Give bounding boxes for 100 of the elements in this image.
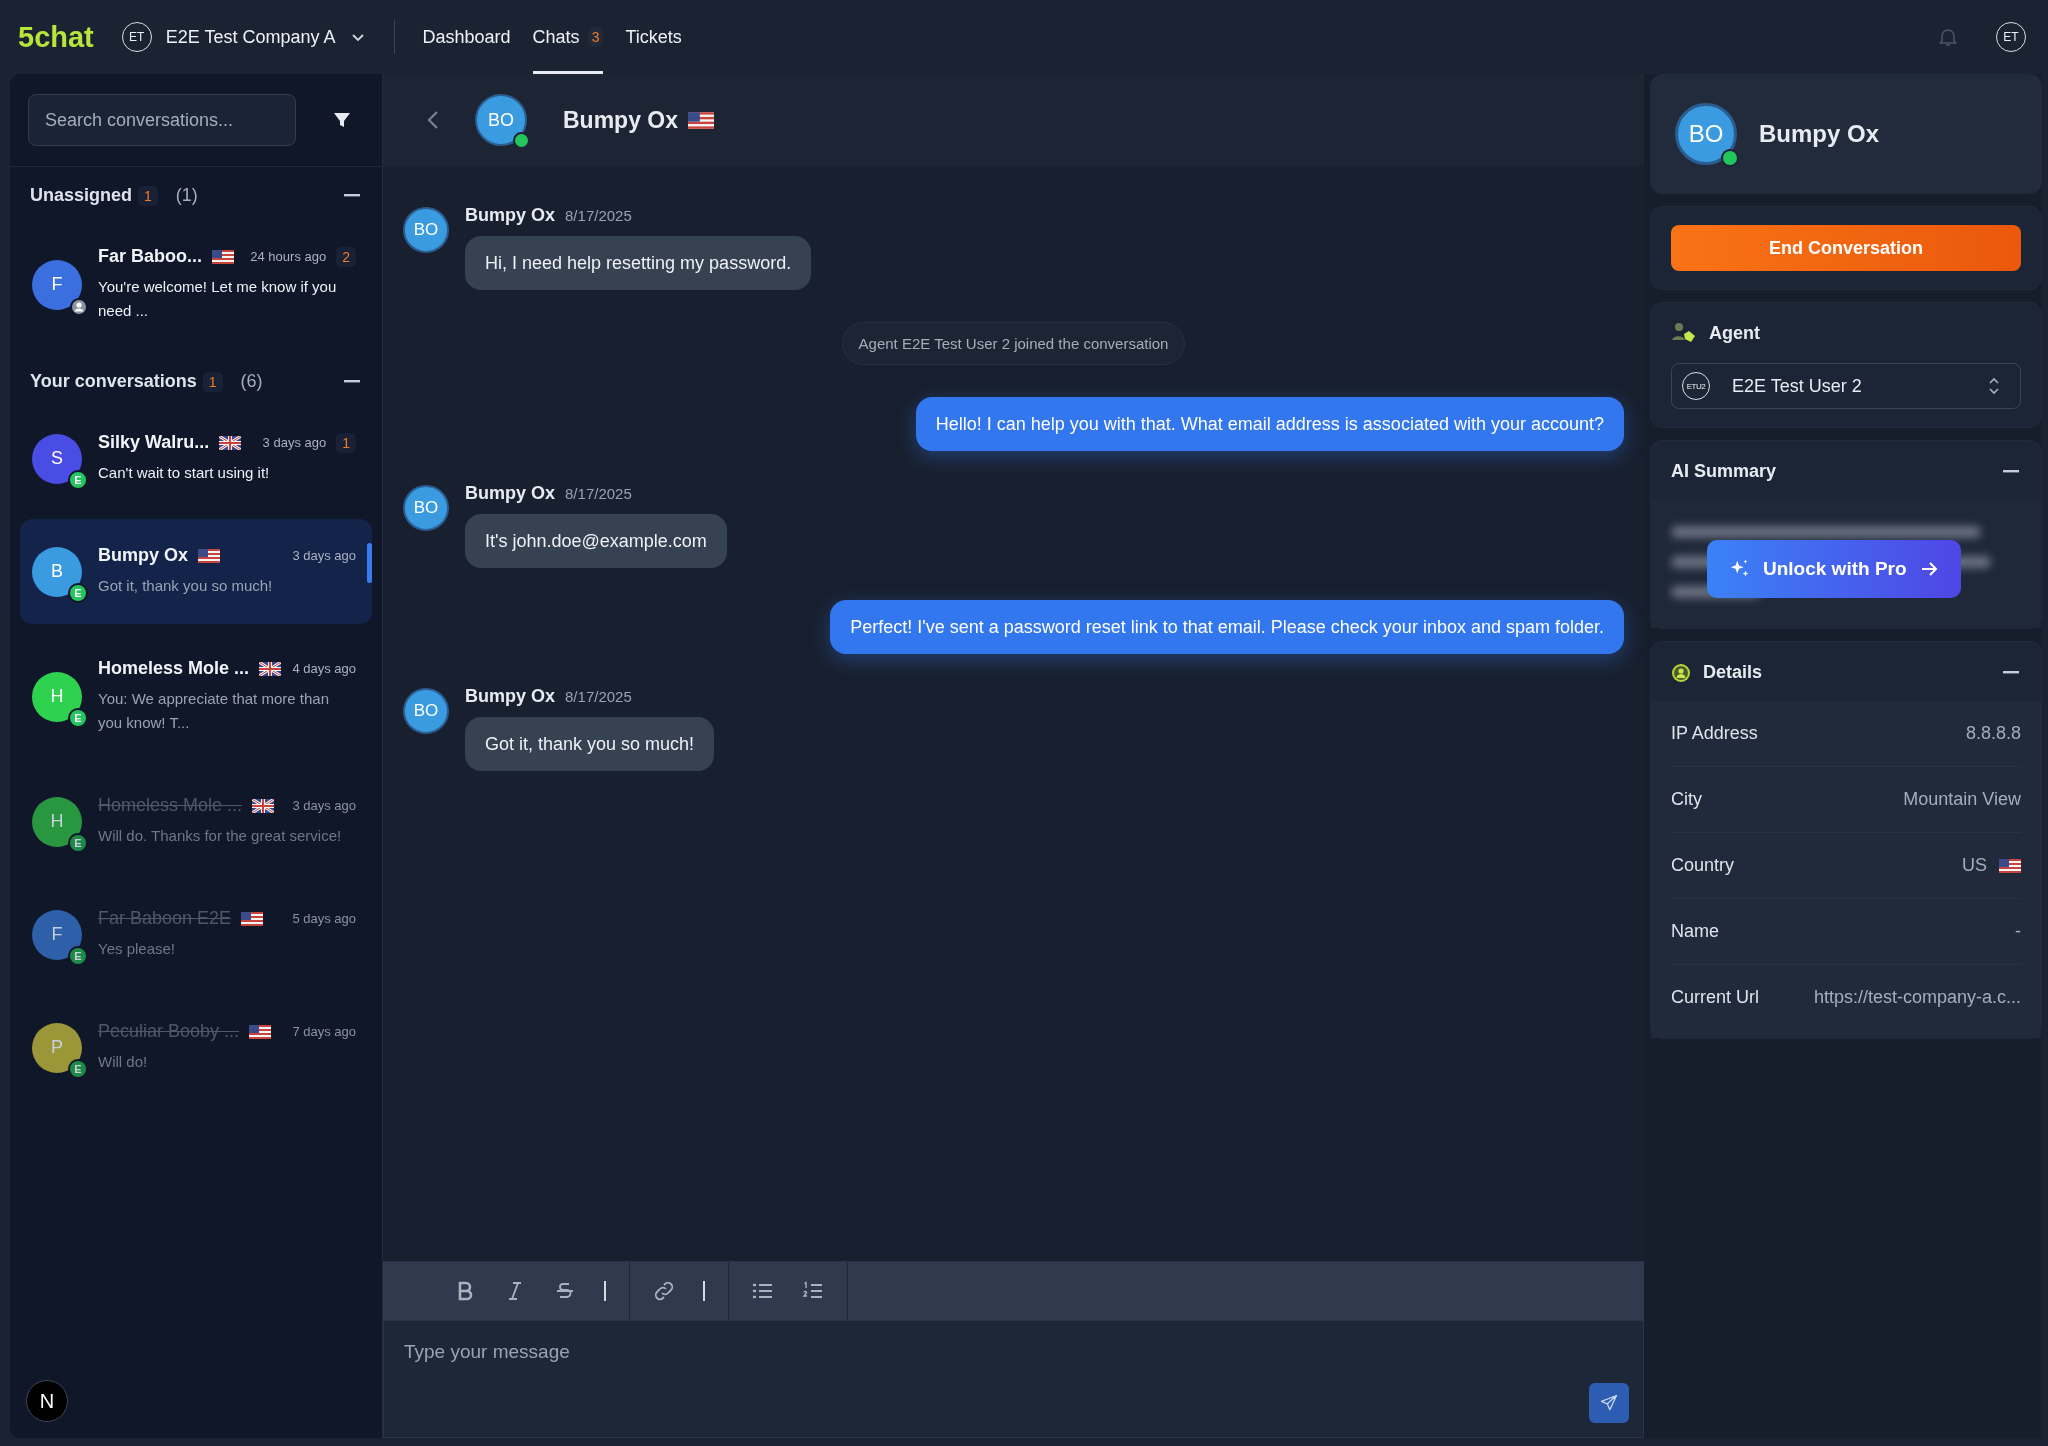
channel-badge: E [68, 469, 88, 490]
sender-name: Bumpy Ox [465, 483, 556, 504]
collapse-icon[interactable] [2003, 469, 2019, 474]
flag-icon [219, 435, 242, 450]
channel-badge: E [68, 945, 88, 966]
card-title: Agent [1709, 322, 1760, 344]
contact-name: Bumpy Ox [98, 545, 189, 566]
message-input[interactable]: Type your message [384, 1321, 1643, 1437]
collapse-icon[interactable] [344, 379, 360, 384]
collapse-icon[interactable] [2003, 670, 2019, 675]
detail-label: City [1671, 789, 1702, 810]
conversation-item[interactable]: P E Peculiar Booby ... 7 days ago Will do! [10, 995, 372, 1100]
company-switcher[interactable]: ET E2E Test Company A [121, 22, 366, 52]
message-bubble: Hello! I can help you with that. What email address is associated with your account? [915, 397, 1624, 451]
sender-avatar: BO [403, 688, 449, 734]
contact-avatar: BO [1675, 103, 1737, 165]
search-field[interactable]: Search conversations... [28, 94, 296, 146]
message-date: 8/17/2025 [565, 207, 632, 224]
help-button[interactable]: N [26, 1380, 68, 1422]
nav-tab[interactable]: Tickets [625, 0, 682, 74]
unlock-pro-button[interactable]: Unlock with Pro [1707, 540, 1961, 598]
system-message: Agent E2E Test User 2 joined the conversation [841, 322, 1186, 365]
flag-icon [198, 548, 221, 563]
detail-value: https://test-company-a.c... [1813, 987, 2021, 1008]
message-bubble: Got it, thank you so much! [465, 717, 715, 771]
unread-count: 1 [336, 432, 356, 453]
contact-name: Bumpy Ox [563, 106, 679, 134]
flag-icon [1999, 858, 2021, 873]
sender-avatar: BO [403, 207, 449, 253]
message-date: 8/17/2025 [565, 485, 632, 502]
flag-icon [688, 111, 715, 129]
send-button[interactable] [1589, 1383, 1629, 1423]
message-date: 8/17/2025 [565, 688, 632, 705]
conversation-time: 3 days ago [262, 435, 327, 450]
conversation-time: 3 days ago [292, 798, 356, 813]
contact-name: Homeless Mole ... [98, 795, 243, 816]
channel-badge: E [68, 707, 88, 728]
person-icon [70, 297, 88, 316]
detail-value: 8.8.8.8 [1965, 723, 2021, 744]
conversation-item[interactable]: B E Bumpy Ox 3 days ago Got it, thank you so much! [20, 519, 372, 624]
flag-icon [241, 911, 264, 926]
detail-value: Mountain View [1903, 789, 2021, 810]
message-bubble: It's john.doe@example.com [465, 514, 727, 568]
agent-select[interactable]: ETU2 E2E Test User 2 [1671, 363, 2021, 409]
conversation-time: 3 days ago [292, 548, 356, 563]
conversation-item[interactable]: F E Far Baboon E2E 5 days ago Yes please! [10, 882, 372, 987]
conversation-item[interactable]: H E Homeless Mole ... 3 days ago Will do. Thanks for the great service! [10, 769, 372, 874]
channel-badge: E [68, 1058, 88, 1079]
conversation-time: 4 days ago [292, 661, 356, 676]
contact-avatar: F [32, 259, 82, 310]
message-preview: Will do. Thanks for the great service! [98, 826, 343, 846]
detail-value: - [2015, 921, 2021, 942]
conversation-time: 5 days ago [292, 911, 356, 926]
message-preview: Got it, thank you so much! [98, 576, 274, 596]
message-preview: Can't wait to start using it! [98, 463, 271, 483]
filter-icon[interactable] [332, 110, 352, 130]
contact-name: Far Baboon E2E [98, 908, 232, 929]
section-count: (1) [175, 185, 198, 206]
channel-badge: E [68, 832, 88, 853]
contact-name: Bumpy Ox [1759, 120, 1880, 148]
contact-icon [1671, 662, 1691, 683]
contact-name: Peculiar Booby ... [98, 1021, 240, 1042]
flag-icon [252, 798, 275, 813]
contact-name: Silky Walru... [98, 432, 210, 453]
message-bubble: Hi, I need help resetting my password. [465, 236, 812, 290]
unread-count: 1 [138, 185, 158, 206]
flag-icon [259, 661, 282, 676]
send-icon [1599, 1393, 1619, 1413]
section-count: (6) [240, 371, 263, 392]
contact-avatar: BO [475, 94, 527, 146]
agent-icon [1671, 321, 1697, 345]
contact-name: Far Baboo... [98, 246, 202, 267]
detail-label: Country [1671, 855, 1735, 876]
flag-icon [249, 1024, 272, 1039]
sender-name: Bumpy Ox [465, 205, 556, 226]
detail-label: Name [1671, 921, 1719, 942]
conversation-item[interactable]: F Far Baboo... 24 hours ago 2 You're welcome! Let me know if you need ... [10, 220, 372, 349]
conversation-time: 7 days ago [292, 1024, 356, 1039]
sender-avatar: BO [403, 485, 449, 531]
text-cursor-icon [702, 1279, 706, 1303]
section-title: Unassigned [30, 185, 133, 206]
nav-tab[interactable]: Dashboard [422, 0, 511, 74]
conversation-time: 24 hours ago [250, 249, 327, 264]
conversation-item[interactable]: H E Homeless Mole ... 4 days ago You: We appreciate that more than you know! T... [10, 632, 372, 761]
detail-label: IP Address [1671, 723, 1758, 744]
collapse-icon[interactable] [344, 193, 360, 198]
card-title: Details [1703, 662, 1763, 683]
link-icon[interactable] [652, 1279, 676, 1303]
detail-label: Current Url [1671, 987, 1759, 1008]
app-logo[interactable]: 5chat [18, 20, 94, 54]
sender-name: Bumpy Ox [465, 686, 556, 707]
message-preview: You're welcome! Let me know if you need ... [98, 277, 338, 321]
conversation-item[interactable]: S E Silky Walru... 3 days ago 1 Can't wait to start using it! [10, 406, 372, 511]
flag-icon [212, 249, 234, 264]
back-icon[interactable] [427, 110, 439, 130]
message-preview: Yes please! [98, 939, 176, 959]
unread-count: 2 [336, 246, 356, 267]
message-preview: Will do! [98, 1052, 149, 1072]
message-preview: You: We appreciate that more than you know! T... [98, 689, 330, 733]
unread-count: 1 [202, 371, 223, 392]
